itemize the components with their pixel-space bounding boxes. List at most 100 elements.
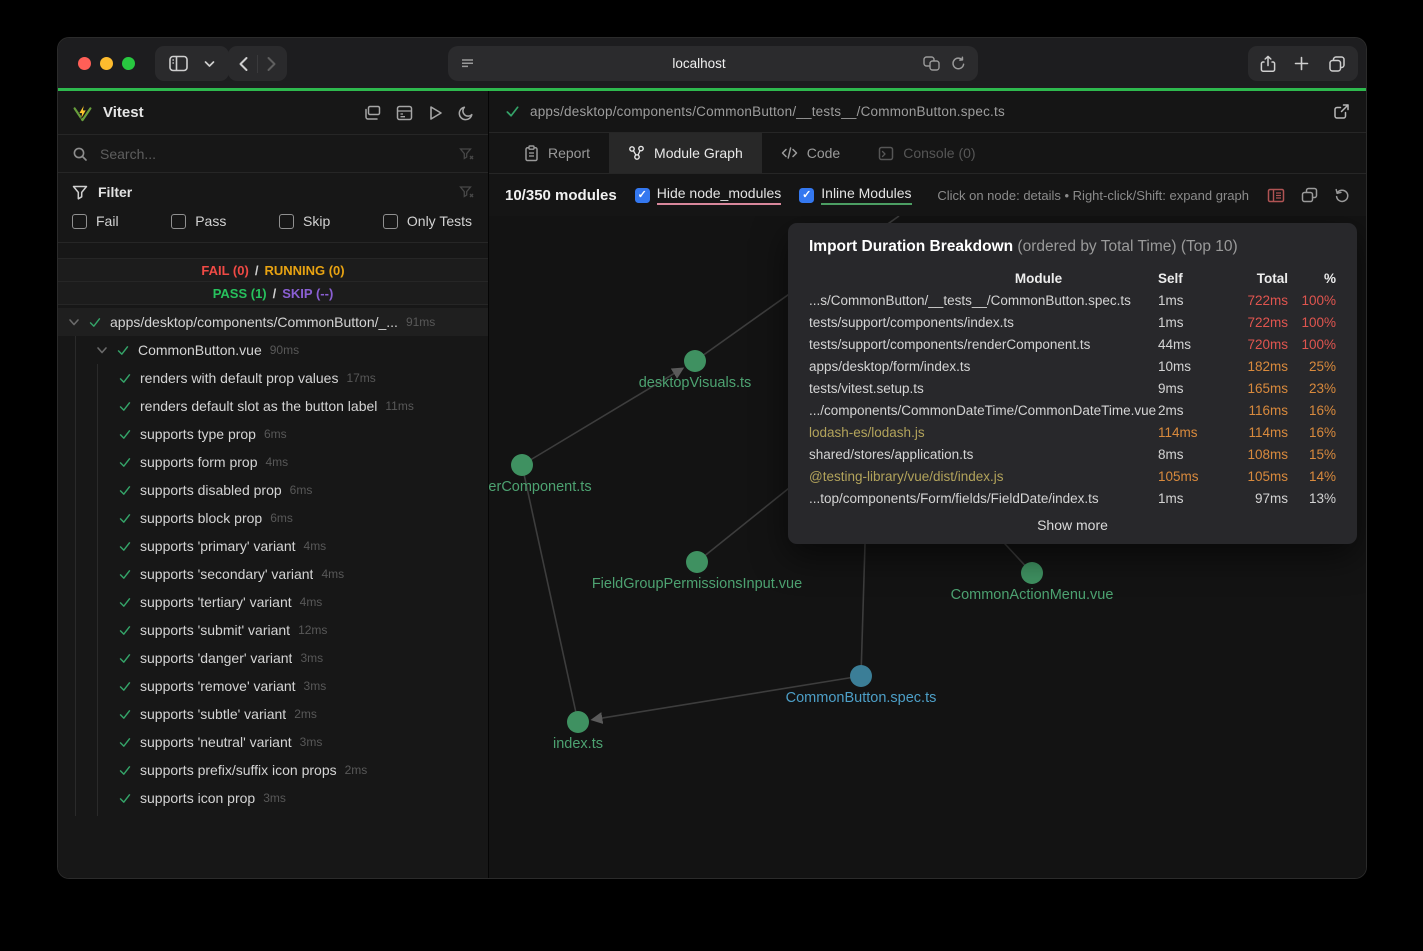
reset-graph-button[interactable] [1334,187,1350,203]
search-input[interactable] [98,145,449,163]
test-file-row[interactable]: apps/desktop/components/CommonButton/_..… [58,308,488,336]
duration-table-row[interactable]: @testing-library/vue/dist/index.js105ms1… [809,465,1336,487]
hide-node-modules-checkbox[interactable]: ✓ Hide node_modules [635,185,782,205]
duration-table-body: ...s/CommonButton/__tests__/CommonButton… [809,289,1336,509]
share-button[interactable] [1256,51,1280,77]
test-case-row[interactable]: supports 'danger' variant3ms [58,644,488,672]
chevron-down-icon[interactable] [96,346,108,355]
main-panel: apps/desktop/components/CommonButton/__t… [489,91,1366,878]
module-node[interactable] [684,350,706,372]
address-bar[interactable]: localhost [448,46,978,81]
checkbox-label: Pass [195,213,226,229]
duration-table-row[interactable]: tests/support/components/renderComponent… [809,333,1336,355]
module-node[interactable] [1021,562,1043,584]
module-edge [522,465,578,722]
fullscreen-window-button[interactable] [122,57,135,70]
test-case-row[interactable]: supports 'submit' variant12ms [58,616,488,644]
self-time: 1ms [1158,491,1222,506]
test-case-row[interactable]: supports prefix/suffix icon props2ms [58,756,488,784]
detach-graph-button[interactable] [1301,187,1318,203]
filter-checkbox-only-tests[interactable]: Only Tests [383,213,472,229]
test-name: supports 'tertiary' variant [140,594,292,610]
new-tab-button[interactable] [1290,52,1313,75]
test-case-row[interactable]: supports block prop6ms [58,504,488,532]
total-time: 97ms [1222,491,1288,506]
self-time: 10ms [1158,359,1222,374]
filter-icon [72,185,88,200]
duration-table-row[interactable]: shared/stores/application.ts8ms108ms15% [809,443,1336,465]
theme-toggle-button[interactable] [458,105,474,121]
duration-table-row[interactable]: apps/desktop/form/index.ts10ms182ms25% [809,355,1336,377]
toggle-legend-button[interactable] [1267,188,1285,203]
test-case-row[interactable]: renders with default prop values17ms [58,364,488,392]
forward-button[interactable] [262,52,281,76]
self-time: 8ms [1158,447,1222,462]
module-node[interactable] [567,711,589,733]
test-name: supports 'neutral' variant [140,734,292,750]
tab-code[interactable]: Code [762,133,859,173]
total-time: 108ms [1222,447,1288,462]
page-format-icon[interactable] [460,57,475,71]
module-node-label: CommonButton.spec.ts [786,690,937,706]
filter-checkbox-pass[interactable]: Pass [171,213,226,229]
duration-table-row[interactable]: ...top/components/Form/fields/FieldDate/… [809,487,1336,509]
self-time: 2ms [1158,403,1222,418]
module-node[interactable] [686,551,708,573]
external-link-icon [1333,103,1350,120]
tab-console[interactable]: Console (0) [859,133,994,173]
sidebar-menu-chevron-button[interactable] [200,56,219,72]
module-node[interactable] [511,454,533,476]
tab-overview-button[interactable] [1324,51,1350,77]
test-case-row[interactable]: supports disabled prop6ms [58,476,488,504]
module-path: tests/support/components/renderComponent… [809,337,1158,352]
percent-of-total: 16% [1288,425,1336,440]
dashboard-button[interactable] [396,105,413,121]
test-case-row[interactable]: supports 'remove' variant3ms [58,672,488,700]
filter-checkbox-fail[interactable]: Fail [72,213,119,229]
collapse-all-button[interactable] [364,105,381,121]
reload-icon[interactable] [951,56,966,71]
tab-report[interactable]: Report [505,133,609,173]
inline-modules-checkbox[interactable]: ✓ Inline Modules [799,185,911,205]
run-all-button[interactable] [428,105,443,121]
test-case-row[interactable]: renders default slot as the button label… [58,392,488,420]
duration-table-row[interactable]: tests/vitest.setup.ts9ms165ms23% [809,377,1336,399]
duration-table-row[interactable]: .../components/CommonDateTime/CommonDate… [809,399,1336,421]
test-case-row[interactable]: supports 'neutral' variant3ms [58,728,488,756]
test-name: supports prefix/suffix icon props [140,762,337,778]
modules-count: 10/350 modules [505,187,617,204]
test-duration: 11ms [385,399,413,413]
show-more-link[interactable]: Show more [809,517,1336,533]
tab-module-graph[interactable]: Module Graph [609,133,762,173]
test-case-row[interactable]: supports 'tertiary' variant4ms [58,588,488,616]
vitest-logo-icon [72,103,93,123]
minimize-window-button[interactable] [100,57,113,70]
browser-sidebar-toggle-button[interactable] [165,51,192,76]
duration-table-row[interactable]: ...s/CommonButton/__tests__/CommonButton… [809,289,1336,311]
percent-of-total: 25% [1288,359,1336,374]
open-in-editor-button[interactable] [1333,103,1350,120]
duration-table-row[interactable]: lodash-es/lodash.js114ms114ms16% [809,421,1336,443]
filter-checkbox-skip[interactable]: Skip [279,213,330,229]
test-case-row[interactable]: supports 'secondary' variant4ms [58,560,488,588]
close-window-button[interactable] [78,57,91,70]
column-percent: % [1288,271,1336,286]
test-duration: 12ms [298,623,327,637]
test-case-row[interactable]: supports 'primary' variant4ms [58,532,488,560]
clear-filter-icon[interactable] [459,185,474,199]
test-case-row[interactable]: supports form prop4ms [58,448,488,476]
chevron-down-icon[interactable] [68,318,80,327]
test-case-row[interactable]: supports type prop6ms [58,420,488,448]
test-name: renders with default prop values [140,370,338,386]
back-button[interactable] [234,52,253,76]
test-case-row[interactable]: supports 'subtle' variant2ms [58,700,488,728]
module-graph-canvas[interactable]: desktopVisuals.tserComponent.tsFieldGrou… [489,216,1366,878]
clear-search-filter-icon[interactable] [459,147,474,161]
test-suite-row[interactable]: CommonButton.vue90ms [58,336,488,364]
checkbox-label: Skip [303,213,330,229]
test-pass-icon [118,624,132,637]
test-case-row[interactable]: supports icon prop3ms [58,784,488,812]
duration-table-row[interactable]: tests/support/components/index.ts1ms722m… [809,311,1336,333]
module-node[interactable] [850,665,872,687]
translate-icon[interactable] [923,56,941,71]
